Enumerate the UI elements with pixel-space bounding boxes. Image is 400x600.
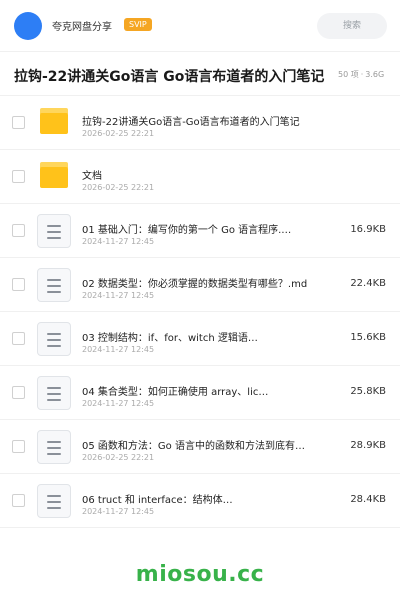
select-checkbox[interactable] xyxy=(12,440,25,453)
file-date: 2024-11-27 12:45 xyxy=(82,507,155,516)
app-header: 夸克网盘分享 SVIP 搜索 xyxy=(0,0,400,52)
select-checkbox[interactable] xyxy=(12,494,25,507)
select-checkbox[interactable] xyxy=(12,386,25,399)
file-name: 05 函数和方法：Go 语言中的函数和方法到底有… xyxy=(82,441,305,452)
select-checkbox[interactable] xyxy=(12,332,25,345)
watermark: miosou.cc xyxy=(135,562,265,587)
search-button[interactable]: 搜索 xyxy=(317,13,387,39)
file-date: 2026-02-25 22:21 xyxy=(82,183,155,192)
total-size: 3.6G xyxy=(365,70,385,79)
select-checkbox[interactable] xyxy=(12,278,25,291)
file-date: 2026-02-25 22:21 xyxy=(82,129,155,138)
file-name: 03 控制结构：if、for、witch 逻辑语… xyxy=(82,333,258,344)
list-item[interactable]: 01 基础入门：编写你的第一个 Go 语言程序.… 2024-11-27 12:… xyxy=(0,204,400,258)
file-name: 文档 xyxy=(82,171,102,182)
list-item[interactable]: 02 数据类型：你必须掌握的数据类型有哪些？.md 2024-11-27 12:… xyxy=(0,258,400,312)
list-item[interactable]: 拉钩-22讲通关Go语言-Go语言布道者的入门笔记 2026-02-25 22:… xyxy=(0,96,400,150)
file-date: 2024-11-27 12:45 xyxy=(82,291,155,300)
list-item[interactable]: 03 控制结构：if、for、witch 逻辑语… 2024-11-27 12:… xyxy=(0,312,400,366)
list-item[interactable]: 05 函数和方法：Go 语言中的函数和方法到底有… 2026-02-25 22:… xyxy=(0,420,400,474)
file-list: 拉钩-22讲通关Go语言-Go语言布道者的入门笔记 2026-02-25 22:… xyxy=(0,96,400,528)
file-size: 25.8KB xyxy=(350,386,386,397)
file-date: 2024-11-27 12:45 xyxy=(82,399,155,408)
page-title: 拉钩-22讲通关Go语言 Go语言布道者的入门笔记 xyxy=(14,69,325,85)
list-item[interactable]: 06 truct 和 interface：结构体… 2024-11-27 12:… xyxy=(0,474,400,528)
file-name: 04 集合类型：如何正确使用 array、lic… xyxy=(82,387,269,398)
app-name: 夸克网盘分享 xyxy=(52,22,112,33)
avatar[interactable] xyxy=(14,12,42,40)
file-size: 16.9KB xyxy=(350,224,386,235)
select-checkbox[interactable] xyxy=(12,224,25,237)
file-size: 15.6KB xyxy=(350,332,386,343)
list-item[interactable]: 04 集合类型：如何正确使用 array、lic… 2024-11-27 12:… xyxy=(0,366,400,420)
select-checkbox[interactable] xyxy=(12,170,25,183)
file-date: 2026-02-25 22:21 xyxy=(82,453,155,462)
list-item[interactable]: 文档 2026-02-25 22:21 xyxy=(0,150,400,204)
document-icon xyxy=(37,322,71,356)
file-date: 2024-11-27 12:45 xyxy=(82,237,155,246)
file-size: 28.9KB xyxy=(350,440,386,451)
document-icon xyxy=(37,430,71,464)
document-icon xyxy=(37,484,71,518)
document-icon xyxy=(37,268,71,302)
file-size: 28.4KB xyxy=(350,494,386,505)
share-title-row: 拉钩-22讲通关Go语言 Go语言布道者的入门笔记 50 项 · 3.6G xyxy=(0,52,400,96)
file-name: 拉钩-22讲通关Go语言-Go语言布道者的入门笔记 xyxy=(82,117,300,128)
file-date: 2024-11-27 12:45 xyxy=(82,345,155,354)
folder-icon xyxy=(40,162,68,188)
folder-icon xyxy=(40,108,68,134)
file-size: 22.4KB xyxy=(350,278,386,289)
item-count: 50 项 xyxy=(338,70,359,79)
file-name: 01 基础入门：编写你的第一个 Go 语言程序.… xyxy=(82,225,292,236)
share-meta: 50 项 · 3.6G xyxy=(338,70,385,79)
svip-badge: SVIP xyxy=(124,18,152,31)
document-icon xyxy=(37,376,71,410)
file-name: 02 数据类型：你必须掌握的数据类型有哪些？.md xyxy=(82,279,308,290)
file-name: 06 truct 和 interface：结构体… xyxy=(82,495,233,506)
document-icon xyxy=(37,214,71,248)
select-checkbox[interactable] xyxy=(12,116,25,129)
